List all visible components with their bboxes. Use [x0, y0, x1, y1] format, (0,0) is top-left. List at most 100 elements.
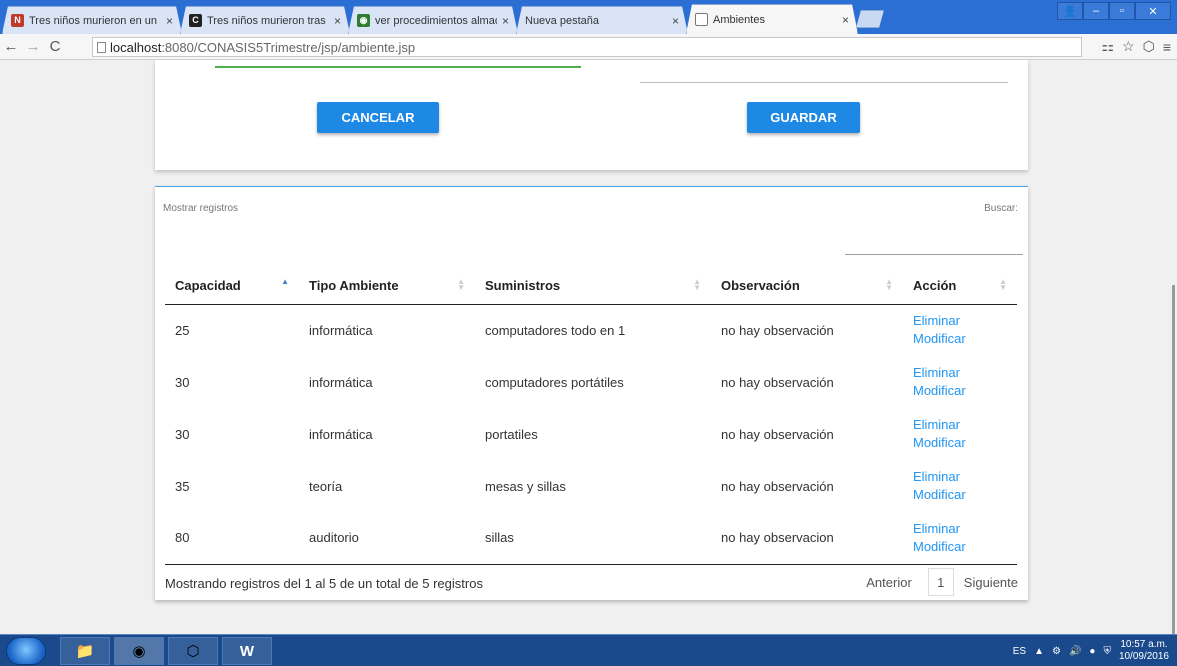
- tab-2[interactable]: C Tres niños murieron tras i ×: [180, 6, 350, 34]
- user-icon[interactable]: 👤: [1057, 2, 1083, 20]
- menu-icon[interactable]: ≡: [1163, 39, 1171, 55]
- volume-icon[interactable]: 🔊: [1069, 646, 1081, 657]
- column-header-observacion[interactable]: Observación ▲ ▼: [711, 267, 903, 305]
- bookmark-star-icon[interactable]: ☆: [1122, 38, 1135, 55]
- close-icon[interactable]: ×: [502, 14, 509, 28]
- tray-app-icon[interactable]: ●: [1089, 646, 1095, 657]
- virtualbox-icon[interactable]: ⬡: [168, 637, 218, 665]
- tab-1[interactable]: N Tres niños murieron en un ×: [2, 6, 182, 34]
- cell-tipo: auditorio: [299, 512, 475, 565]
- cell-accion: Eliminar Modificar: [903, 304, 1017, 356]
- cell-observacion: no hay observacion: [711, 512, 903, 565]
- cell-observacion: no hay observación: [721, 426, 834, 442]
- cell-observacion: no hay observación: [721, 322, 834, 338]
- cell-tipo: informática: [309, 374, 373, 390]
- tray-expand-icon[interactable]: ▲: [1034, 646, 1044, 657]
- delete-link[interactable]: Eliminar: [913, 364, 1017, 382]
- extension-icon[interactable]: ⬡: [1143, 38, 1155, 55]
- tab-title: Nueva pestaña: [525, 14, 599, 27]
- cell-accion: Eliminar Modificar: [903, 512, 1017, 565]
- column-header-suministros[interactable]: Suministros ▲ ▼: [475, 267, 711, 305]
- column-header-tipo[interactable]: Tipo Ambiente ▲ ▼: [299, 267, 475, 305]
- table-row: 30 informática computadores portátiles n…: [165, 356, 1017, 408]
- clock[interactable]: 10:57 a.m. 10/09/2016: [1119, 639, 1169, 663]
- scrollbar-thumb[interactable]: [1172, 285, 1175, 666]
- cell-capacidad: 80: [165, 512, 299, 565]
- delete-link[interactable]: Eliminar: [913, 312, 1017, 330]
- translate-icon[interactable]: ⚏: [1101, 38, 1114, 55]
- edit-link[interactable]: Modificar: [913, 434, 1017, 452]
- cell-suministros: computadores portátiles: [485, 374, 624, 390]
- table-row: 25 informática computadores todo en 1 no…: [165, 304, 1017, 356]
- tab-title: Tres niños murieron en un: [29, 14, 157, 27]
- search-input[interactable]: [845, 254, 1023, 255]
- cell-observacion: no hay observación: [721, 374, 834, 390]
- file-explorer-icon[interactable]: 📁: [60, 637, 110, 665]
- table-row: 35 teoría mesas y sillas no hay observac…: [165, 460, 1017, 512]
- page-icon: [695, 13, 708, 26]
- tab-3[interactable]: ◉ ver procedimientos almac ×: [348, 6, 518, 34]
- tab-title: ver procedimientos almac: [375, 14, 497, 27]
- minimize-button[interactable]: –: [1083, 2, 1109, 20]
- table-row: 30 informática portatiles no hay observa…: [165, 408, 1017, 460]
- back-icon[interactable]: ←: [0, 38, 22, 55]
- tab-4[interactable]: Nueva pestaña ×: [516, 6, 688, 34]
- close-icon[interactable]: ×: [842, 13, 849, 27]
- edit-link[interactable]: Modificar: [913, 330, 1017, 348]
- show-records-label: Mostrar registros: [163, 203, 239, 214]
- clock-time: 10:57 a.m.: [1120, 639, 1168, 650]
- close-icon[interactable]: ×: [672, 14, 679, 28]
- search-label: Buscar:: [984, 203, 1018, 214]
- tab-title: Tres niños murieron tras i: [207, 14, 329, 27]
- page-1-button[interactable]: 1: [927, 568, 954, 596]
- edit-link[interactable]: Modificar: [913, 538, 1017, 556]
- url-path: :8080/CONASIS5Trimestre/jsp/ambiente.jsp: [161, 39, 416, 55]
- delete-link[interactable]: Eliminar: [913, 520, 1017, 538]
- save-button[interactable]: GUARDAR: [747, 102, 860, 133]
- edit-link[interactable]: Modificar: [913, 382, 1017, 400]
- column-header-accion[interactable]: Acción ▲ ▼: [903, 267, 1017, 305]
- delete-link[interactable]: Eliminar: [913, 468, 1017, 486]
- pagination: Anterior 1 Siguiente: [866, 568, 1018, 596]
- maximize-button[interactable]: ▫: [1109, 2, 1135, 20]
- cell-suministros: computadores todo en 1: [485, 322, 626, 338]
- column-header-capacidad[interactable]: Capacidad ▲: [165, 267, 299, 305]
- forward-icon[interactable]: →: [22, 38, 44, 55]
- word-icon[interactable]: W: [222, 637, 272, 665]
- next-page-button[interactable]: Siguiente: [964, 575, 1018, 590]
- chrome-icon[interactable]: ◉: [114, 637, 164, 665]
- security-icon[interactable]: ⛨: [1103, 646, 1111, 657]
- language-indicator[interactable]: ES: [1013, 646, 1026, 657]
- url-input[interactable]: localhost:8080/CONASIS5Trimestre/jsp/amb…: [92, 37, 1082, 57]
- sort-icon: ▲ ▼: [693, 277, 701, 292]
- cell-tipo: teoría: [309, 478, 343, 494]
- network-icon[interactable]: ⚙: [1052, 646, 1061, 657]
- edit-link[interactable]: Modificar: [913, 486, 1017, 504]
- tab-ambientes[interactable]: Ambientes ×: [686, 4, 858, 34]
- form-card: CANCELAR GUARDAR: [155, 60, 1028, 170]
- page-viewport: CANCELAR GUARDAR Mostrar registros Busca…: [0, 60, 1177, 634]
- c-logo-icon: C: [189, 14, 202, 27]
- page-icon: [97, 41, 106, 53]
- input-underline-focused[interactable]: [215, 66, 581, 68]
- new-tab-button[interactable]: [856, 10, 884, 28]
- sort-icon: ▲ ▼: [999, 277, 1007, 292]
- start-button[interactable]: [6, 637, 46, 665]
- ambientes-table: Capacidad ▲ Tipo Ambiente ▲ ▼ Suministros ▲ ▼…: [165, 267, 1017, 565]
- close-window-button[interactable]: ✕: [1135, 2, 1171, 20]
- cell-suministros: mesas y sillas: [485, 478, 566, 494]
- input-underline[interactable]: [640, 82, 1008, 83]
- window-controls: 👤 – ▫ ✕: [1057, 2, 1171, 20]
- address-bar: ← → C localhost:8080/CONASIS5Trimestre/j…: [0, 34, 1177, 60]
- tab-title: Ambientes: [713, 13, 765, 26]
- close-icon[interactable]: ×: [334, 14, 341, 28]
- page-scrollbar[interactable]: [1169, 60, 1177, 666]
- reload-icon[interactable]: C: [44, 38, 66, 55]
- cell-accion: Eliminar Modificar: [903, 408, 1017, 460]
- cancel-button[interactable]: CANCELAR: [317, 102, 439, 133]
- previous-page-button[interactable]: Anterior: [866, 575, 912, 590]
- delete-link[interactable]: Eliminar: [913, 416, 1017, 434]
- toolbar-right: ⚏ ☆ ⬡ ≡: [1101, 38, 1171, 55]
- close-icon[interactable]: ×: [166, 14, 173, 28]
- cell-capacidad: 30: [175, 426, 190, 442]
